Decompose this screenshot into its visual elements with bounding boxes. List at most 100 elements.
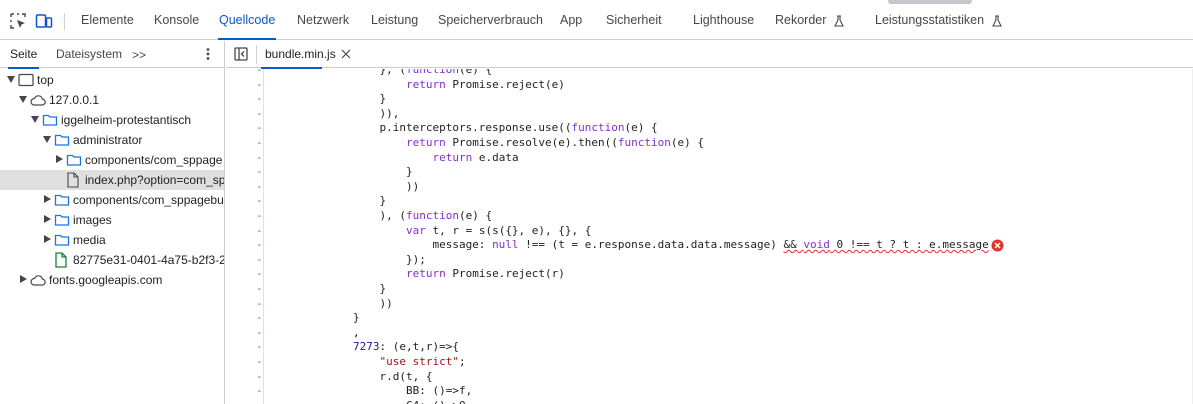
tree-item[interactable]: 82775e31-0401-4a75-b2f3-2a	[0, 250, 224, 270]
folder-icon	[54, 233, 70, 250]
tab-konsole[interactable]: Konsole	[154, 0, 199, 40]
tree-item-label: fonts.googleapis.com	[49, 273, 163, 287]
expanded-arrow-icon[interactable]	[7, 76, 15, 83]
line-marker: -	[256, 92, 263, 106]
tree-item-label: iggelheim-protestantisch	[61, 113, 192, 127]
line-marker: -	[256, 209, 263, 222]
toggle-navigator-icon[interactable]	[234, 47, 248, 61]
line-marker: -	[256, 311, 263, 325]
code-line: return Promise.reject(e)	[405, 77, 565, 91]
collapsed-arrow-icon[interactable]	[56, 155, 63, 163]
inspect-element-icon[interactable]	[9, 12, 27, 30]
tab-elemente[interactable]: Elemente	[81, 0, 134, 40]
tab-leistungsstatistiken[interactable]: Leistungsstatistiken	[875, 0, 1002, 40]
code-area[interactable]: ------------------------ }, (function(e)…	[226, 69, 1193, 404]
file-icon	[66, 172, 80, 190]
editor-separator	[256, 45, 257, 64]
code-line: 7273: (e,t,r)=>{	[352, 340, 459, 354]
collapsed-arrow-icon[interactable]	[44, 235, 51, 243]
code-line: return Promise.reject(r)	[405, 267, 565, 281]
code-line: C4: ()=>O,	[300, 399, 472, 404]
tree-item-label: components/com_sppage	[85, 153, 223, 167]
tree-item[interactable]: components/com_sppage	[0, 150, 224, 170]
expanded-arrow-icon[interactable]	[31, 116, 39, 123]
tree-item[interactable]: administrator	[0, 130, 224, 150]
collapsed-arrow-icon[interactable]	[20, 275, 27, 283]
tab-app[interactable]: App	[560, 0, 582, 40]
device-toolbar-icon[interactable]	[35, 12, 53, 30]
line-marker: -	[256, 194, 263, 208]
line-marker: -	[256, 340, 263, 354]
tab-rekorder[interactable]: Rekorder	[775, 0, 844, 40]
code-line: r.d(t, {	[300, 369, 433, 383]
tree-item-label: administrator	[73, 133, 143, 147]
code-line: )),	[300, 106, 400, 120]
collapsed-arrow-icon[interactable]	[44, 215, 51, 223]
line-marker: -	[256, 69, 263, 76]
code-line: ,	[300, 325, 360, 339]
expanded-arrow-icon[interactable]	[19, 96, 27, 103]
source-editor: bundle.min.js ------------------------ }…	[226, 41, 1193, 404]
line-marker: -	[256, 121, 263, 135]
tree-item-label: media	[73, 233, 106, 247]
tab-leistungsstatistiken-label: Leistungsstatistiken	[875, 13, 985, 27]
folder-icon	[54, 193, 70, 210]
code-line: }	[300, 194, 387, 208]
tab-quellcode[interactable]: Quellcode	[217, 0, 277, 40]
tree-item[interactable]: images	[0, 210, 224, 230]
folder-icon	[54, 213, 70, 230]
line-marker: -	[256, 77, 263, 91]
tab-lighthouse[interactable]: Lighthouse	[693, 0, 754, 40]
navigator-tabs: Seite Dateisystem >>	[0, 41, 224, 69]
folder-icon	[66, 153, 82, 170]
tab-seite[interactable]: Seite	[7, 41, 40, 69]
expanded-arrow-icon[interactable]	[43, 136, 51, 143]
close-icon[interactable]	[340, 47, 352, 61]
tree-item[interactable]: top	[0, 70, 224, 90]
line-marker: -	[256, 282, 263, 295]
line-marker: -	[256, 399, 263, 404]
code-line: ))	[300, 296, 393, 310]
tree-item-label: top	[37, 73, 54, 87]
collapsed-arrow-icon[interactable]	[44, 195, 51, 203]
line-marker: -	[256, 355, 263, 368]
code-line: }, (function(e) {	[300, 69, 493, 76]
cloud-icon	[30, 93, 46, 110]
code-line: var t, r = s(s({}, e), {}, {	[405, 223, 592, 237]
code-line: ))	[300, 179, 420, 193]
code-line: p.interceptors.response.use((function(e)…	[300, 121, 658, 135]
tab-speicherverbrauch[interactable]: Speicherverbrauch	[438, 0, 543, 40]
code-line: return e.data	[432, 150, 519, 164]
file-icon	[54, 252, 68, 270]
tree-item[interactable]: 127.0.0.1	[0, 90, 224, 110]
line-marker: -	[256, 252, 263, 266]
code-line: }	[300, 282, 387, 295]
frame-icon	[18, 73, 34, 90]
devtools-tab-bar: Elemente Konsole Quellcode Netzwerk Leis…	[0, 0, 1193, 40]
tab-dateisystem[interactable]: Dateisystem	[56, 41, 122, 68]
code-line: ), (function(e) {	[300, 209, 493, 222]
line-marker: -	[256, 267, 263, 281]
flask-icon	[834, 15, 844, 27]
folder-icon	[42, 113, 58, 130]
tree-item[interactable]: components/com_sppagebu	[0, 190, 224, 210]
tab-leistung[interactable]: Leistung	[371, 0, 418, 40]
tab-sicherheit[interactable]: Sicherheit	[606, 0, 662, 40]
flask-icon	[991, 15, 1002, 27]
tree-item[interactable]: media	[0, 230, 224, 250]
code-line: "use strict";	[379, 355, 466, 368]
tree-item[interactable]: fonts.googleapis.com	[0, 270, 224, 290]
line-marker: -	[256, 369, 263, 383]
navigator-panel: Seite Dateisystem >> top 127.0.0.1 iggelhe…	[0, 41, 225, 404]
more-tabs-button[interactable]: >>	[132, 48, 146, 62]
error-icon[interactable]	[991, 239, 1004, 252]
tree-item[interactable]: index.php?option=com_sp	[0, 170, 224, 190]
code-line: }	[300, 92, 387, 106]
more-options-icon[interactable]	[205, 47, 211, 61]
line-gutter: ------------------------	[226, 69, 264, 404]
editor-file-tab[interactable]: bundle.min.js	[261, 41, 340, 69]
line-marker: -	[256, 179, 263, 193]
tab-netzwerk[interactable]: Netzwerk	[297, 0, 349, 40]
tree-item-label: 82775e31-0401-4a75-b2f3-2a	[73, 253, 224, 267]
tree-item[interactable]: iggelheim-protestantisch	[0, 110, 224, 130]
